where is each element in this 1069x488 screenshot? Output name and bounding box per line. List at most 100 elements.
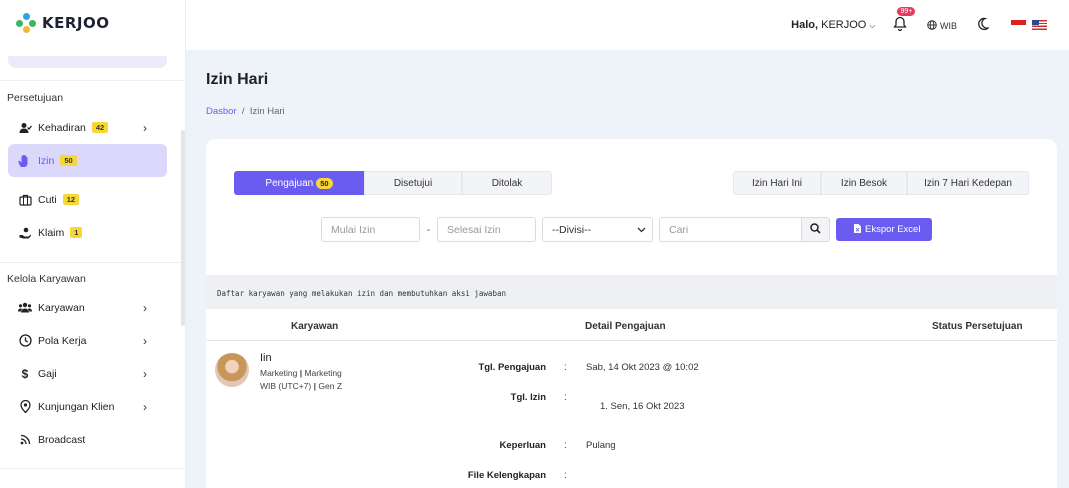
column-header-detail: Detail Pengajuan	[585, 321, 666, 332]
sidebar-item-label: Gaji	[38, 367, 57, 380]
sidebar-item-klaim[interactable]: Klaim 1	[0, 216, 167, 249]
info-notice: Daftar karyawan yang melakukan izin dan …	[206, 275, 1057, 309]
indonesia-flag-icon[interactable]	[1011, 20, 1026, 30]
end-date-input[interactable]: Selesai Izin	[437, 217, 536, 242]
table-header: Karyawan Detail Pengajuan Status Persetu…	[206, 311, 1057, 341]
tab-ditolak[interactable]: Ditolak	[462, 171, 552, 195]
tab-label: Izin Besok	[840, 177, 888, 189]
generation: Gen Z	[318, 381, 343, 391]
sidebar-section-title: Kelola Karyawan	[7, 273, 86, 285]
sidebar-item-kehadiran[interactable]: Kehadiran 42 ›	[0, 111, 167, 144]
tab-disetujui[interactable]: Disetujui	[364, 171, 462, 195]
greeting-prefix: Halo,	[791, 19, 819, 31]
date-range-dash: -	[426, 223, 431, 236]
start-date-input[interactable]: Mulai Izin	[321, 217, 420, 242]
detail-label: Tgl. Izin	[510, 392, 546, 403]
tab-izin-besok[interactable]: Izin Besok	[821, 171, 907, 195]
search-button[interactable]	[802, 217, 830, 242]
sidebar-item-gaji[interactable]: $ Gaji ›	[0, 357, 167, 390]
detail-colon: :	[564, 362, 567, 373]
moon-icon	[977, 17, 991, 33]
chevron-right-icon: ›	[143, 366, 147, 381]
timezone: WIB (UTC+7)	[260, 381, 312, 391]
breadcrumb-link-dasbor[interactable]: Dasbor	[206, 106, 237, 117]
breadcrumb-separator: /	[239, 106, 248, 117]
rss-icon	[18, 434, 32, 445]
sidebar-item-label: Izin	[38, 154, 55, 167]
top-header: Halo, KERJOO ⌵ 99+ WIB	[186, 0, 1069, 50]
employee-name[interactable]: Iin	[260, 352, 272, 364]
sidebar-item-label: Cuti	[38, 193, 57, 206]
globe-icon	[927, 19, 940, 31]
sidebar-item-cuti[interactable]: Cuti 12	[0, 183, 167, 216]
logo[interactable]: KERJOO	[0, 0, 185, 46]
detail-label: Keperluan	[499, 440, 546, 451]
sidebar-item-izin[interactable]: Izin 50	[8, 144, 167, 177]
detail-colon: :	[564, 440, 567, 451]
sidebar-item-kunjungan-klien[interactable]: Kunjungan Klien ›	[0, 390, 167, 423]
chevron-down-icon: ⌵	[869, 21, 876, 30]
timezone-label: WIB	[940, 20, 957, 31]
count-badge: 50	[60, 155, 77, 166]
notifications-button[interactable]: 99+	[893, 7, 916, 34]
hand-icon	[18, 154, 32, 168]
tab-izin-hari-ini[interactable]: Izin Hari Ini	[733, 171, 821, 195]
hand-money-icon	[18, 227, 32, 239]
dark-mode-toggle[interactable]	[977, 17, 991, 33]
search-icon	[810, 222, 821, 237]
bell-icon	[893, 16, 908, 34]
dollar-icon: $	[21, 366, 29, 381]
breadcrumb: Dasbor / Izin Hari	[206, 106, 285, 117]
kerjoo-logo-icon	[16, 13, 36, 33]
sidebar-item-pola-kerja[interactable]: Pola Kerja ›	[0, 324, 167, 357]
division-select[interactable]: --Divisi--	[542, 217, 653, 242]
sidebar-item-previous[interactable]	[8, 56, 167, 68]
sidebar-item-label: Kehadiran	[38, 121, 86, 134]
sidebar-item-label: Broadcast	[38, 433, 86, 446]
range-tabs: Izin Hari Ini Izin Besok Izin 7 Hari Ked…	[733, 171, 1029, 195]
sidebar-item-label: Pola Kerja	[38, 334, 87, 347]
export-excel-button[interactable]: Ekspor Excel	[836, 218, 933, 241]
chevron-right-icon: ›	[143, 300, 147, 315]
employee-department: Marketing | Marketing	[260, 368, 342, 378]
tab-pengajuan[interactable]: Pengajuan 50	[234, 171, 364, 195]
sidebar-item-karyawan[interactable]: Karyawan ›	[0, 291, 167, 324]
search-input[interactable]: Cari	[659, 217, 802, 242]
detail-value: 1. Sen, 16 Okt 2023	[600, 401, 685, 412]
sidebar-section-title: Persetujuan	[7, 92, 64, 104]
department-a: Marketing	[260, 368, 298, 378]
detail-value: Sab, 14 Okt 2023 @ 10:02	[586, 362, 699, 373]
chevron-right-icon: ›	[143, 399, 147, 414]
chevron-right-icon: ›	[143, 120, 147, 135]
timezone-selector[interactable]: WIB	[927, 19, 957, 31]
detail-value: Pulang	[586, 440, 616, 451]
content-card: Pengajuan 50 Disetujui Ditolak Izin Hari…	[206, 139, 1057, 488]
tab-label: Izin Hari Ini	[751, 177, 802, 189]
sidebar-scrollbar[interactable]	[181, 130, 185, 326]
sidebar-item-broadcast[interactable]: Broadcast	[0, 423, 167, 456]
count-badge: 42	[91, 122, 109, 133]
detail-label: File Kelengkapan	[467, 470, 546, 481]
filter-bar: Mulai Izin - Selesai Izin --Divisi-- Car…	[321, 217, 933, 242]
tab-label: Disetujui	[393, 177, 433, 189]
clock-icon	[18, 334, 32, 347]
us-flag-icon[interactable]	[1032, 20, 1047, 30]
tab-izin-7-hari[interactable]: Izin 7 Hari Kedepan	[907, 171, 1029, 195]
chevron-down-icon	[637, 224, 646, 236]
status-tabs: Pengajuan 50 Disetujui Ditolak	[234, 171, 552, 195]
column-header-karyawan: Karyawan	[291, 321, 339, 332]
avatar	[215, 353, 249, 387]
sidebar-item-label: Klaim	[38, 226, 65, 239]
department-b: Marketing	[304, 368, 342, 378]
breadcrumb-current: Izin Hari	[249, 106, 285, 117]
map-pin-icon	[18, 400, 32, 413]
file-excel-icon	[854, 223, 861, 236]
count-badge: 50	[316, 177, 333, 189]
division-select-value: --Divisi--	[552, 223, 592, 236]
tab-label: Izin 7 Hari Kedepan	[924, 177, 1012, 189]
user-menu[interactable]: Halo, KERJOO ⌵	[791, 19, 875, 31]
logo-text: KERJOO	[42, 14, 110, 32]
detail-label: Tgl. Pengajuan	[478, 362, 546, 373]
notification-count-badge: 99+	[897, 7, 916, 16]
count-badge: 12	[62, 194, 80, 205]
